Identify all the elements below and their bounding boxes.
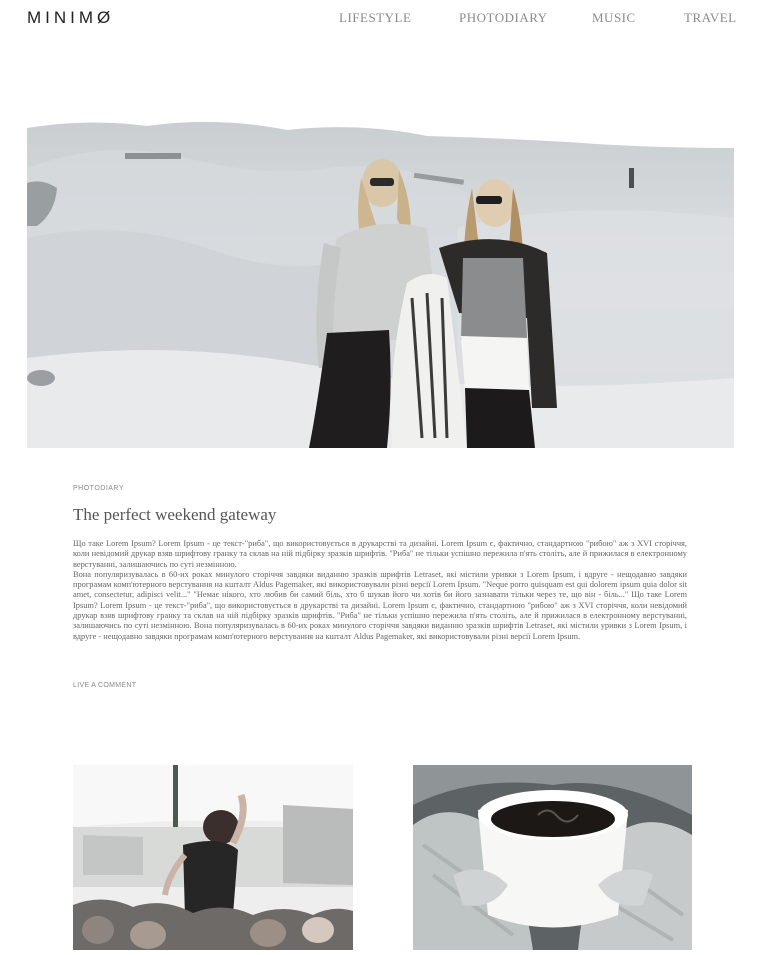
nav-link-photodiary[interactable]: PHOTODIARY: [459, 10, 548, 26]
post-category[interactable]: PHOTODIARY: [73, 485, 124, 492]
post-thumbnail-coffee[interactable]: [413, 765, 692, 950]
post-paragraph: Вона популяризувалась в 60-их роках мину…: [73, 569, 687, 641]
nav-link-travel[interactable]: TRAVEL: [684, 10, 737, 26]
hero-image[interactable]: [27, 108, 734, 448]
post-thumbnail-concert[interactable]: [73, 765, 353, 950]
leave-comment-link[interactable]: LIVE A COMMENT: [73, 682, 136, 689]
nav-link-lifestyle[interactable]: LIFESTYLE: [339, 10, 411, 26]
post-body: Що таке Lorem Ipsum? Lorem Ipsum - це те…: [73, 539, 687, 642]
post-paragraph: Що таке Lorem Ipsum? Lorem Ipsum - це те…: [73, 539, 687, 569]
nav-link-music[interactable]: MUSIC: [592, 10, 636, 26]
post-title[interactable]: The perfect weekend gateway: [73, 505, 276, 525]
site-logo[interactable]: MINIMØ: [27, 8, 114, 28]
